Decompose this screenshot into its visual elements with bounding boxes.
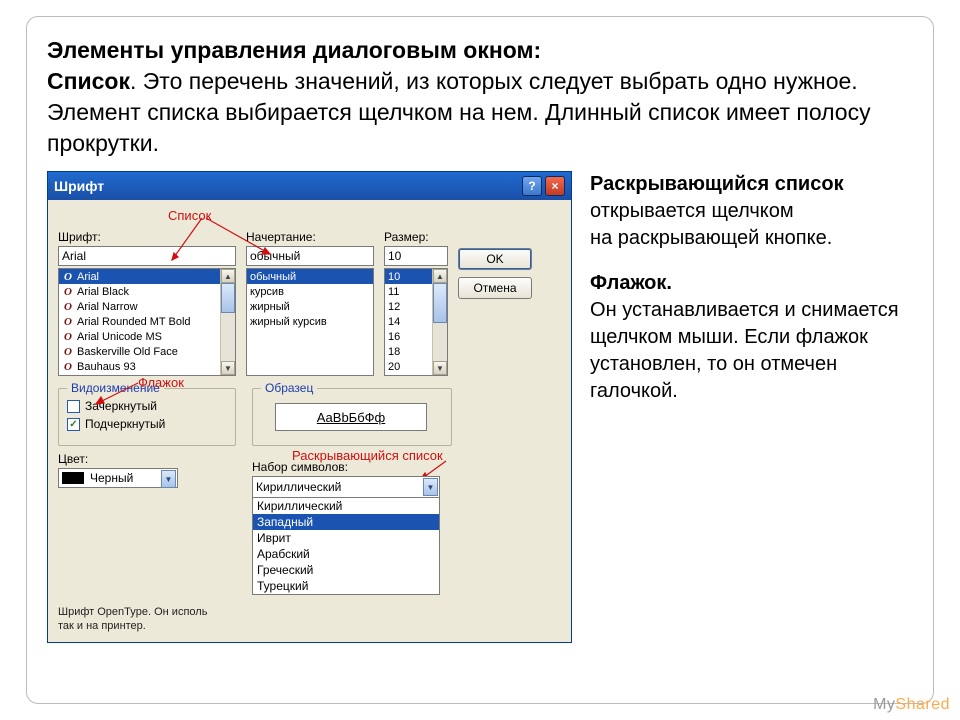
scrollbar[interactable]: ▲ ▼ — [432, 269, 447, 375]
color-select[interactable]: Черный ▼ — [58, 468, 178, 488]
size-label: Размер: — [384, 230, 448, 244]
side-bold: Раскрывающийся список — [590, 173, 844, 195]
charset-label: Набор символов: — [252, 460, 452, 474]
charset-dropdown[interactable]: Кириллический ▼ Кириллический Западный И… — [252, 476, 440, 595]
list-item[interactable]: Иврит — [253, 530, 439, 546]
style-label: Начертание: — [246, 230, 374, 244]
list-item: курсив — [247, 284, 373, 299]
side-text: Раскрывающийся список открывается щелчко… — [590, 171, 913, 643]
chevron-down-icon[interactable]: ▼ — [161, 470, 176, 488]
list-item: жирный курсив — [247, 314, 373, 329]
sample-groupbox: Образец АаBbБбФф — [252, 388, 452, 446]
headline-title: Элементы управления диалоговым окном: — [47, 37, 541, 63]
list-item[interactable]: Кириллический — [253, 498, 439, 514]
strike-checkbox[interactable] — [67, 400, 80, 413]
color-label: Цвет: — [58, 452, 236, 466]
list-item: OArial Rounded MT Bold — [59, 314, 235, 329]
scrollbar[interactable]: ▲ ▼ — [220, 269, 235, 375]
annotation-list: Список — [168, 208, 211, 223]
modify-groupbox: Видоизменение Зачеркнутый ✓ Подчеркнутый — [58, 388, 236, 446]
font-listbox[interactable]: OArial OArial Black OArial Narrow OArial… — [58, 268, 236, 376]
scroll-up-icon[interactable]: ▲ — [221, 269, 235, 283]
list-item: OBaskerville Old Face — [59, 344, 235, 359]
size-listbox[interactable]: 10 11 12 14 16 18 20 ▲ ▼ — [384, 268, 448, 376]
groupbox-title: Образец — [261, 381, 317, 395]
dropdown-list[interactable]: Кириллический Западный Иврит Арабский Гр… — [253, 497, 439, 594]
list-item: жирный — [247, 299, 373, 314]
scroll-down-icon[interactable]: ▼ — [433, 361, 447, 375]
underline-checkbox[interactable]: ✓ — [67, 418, 80, 431]
list-item[interactable]: Арабский — [253, 546, 439, 562]
headline-subtitle: Список — [47, 68, 130, 94]
list-item: OArial Unicode MS — [59, 329, 235, 344]
scroll-thumb[interactable] — [221, 283, 235, 313]
list-item[interactable]: Греческий — [253, 562, 439, 578]
style-input[interactable] — [246, 246, 374, 266]
list-item: OArial Narrow — [59, 299, 235, 314]
titlebar[interactable]: Шрифт ? × — [48, 172, 571, 200]
help-button[interactable]: ? — [522, 176, 542, 196]
scroll-down-icon[interactable]: ▼ — [221, 361, 235, 375]
ok-button[interactable]: OK — [458, 248, 532, 270]
font-label: Шрифт: — [58, 230, 236, 244]
watermark: MyShared — [873, 696, 950, 714]
list-item: OArial Black — [59, 284, 235, 299]
close-button[interactable]: × — [545, 176, 565, 196]
list-item: обычный — [247, 269, 373, 284]
list-item: OBauhaus 93 — [59, 359, 235, 374]
list-item: OArial — [59, 269, 235, 284]
sample-text: АаBbБбФф — [275, 403, 427, 431]
chevron-down-icon[interactable]: ▼ — [423, 478, 438, 496]
strike-label: Зачеркнутый — [85, 399, 157, 413]
style-listbox[interactable]: обычный курсив жирный жирный курсив — [246, 268, 374, 376]
underline-label: Подчеркнутый — [85, 417, 165, 431]
list-item[interactable]: Турецкий — [253, 578, 439, 594]
headline: Элементы управления диалоговым окном: Сп… — [47, 35, 913, 159]
font-dialog: Шрифт ? × Список Ш — [47, 171, 572, 643]
size-input[interactable] — [384, 246, 448, 266]
list-item[interactable]: Западный — [253, 514, 439, 530]
dialog-title: Шрифт — [54, 178, 104, 194]
font-input[interactable] — [58, 246, 236, 266]
hint-text: Шрифт OpenType. Он исполь так и на принт… — [58, 605, 561, 634]
groupbox-title: Видоизменение — [67, 381, 164, 395]
slide-card: Элементы управления диалоговым окном: Сп… — [26, 16, 934, 704]
scroll-up-icon[interactable]: ▲ — [433, 269, 447, 283]
scroll-thumb[interactable] — [433, 283, 447, 323]
cancel-button[interactable]: Отмена — [458, 277, 532, 299]
headline-body: . Это перечень значений, из которых след… — [47, 68, 871, 156]
side-bold: Флажок. — [590, 272, 672, 294]
color-swatch — [62, 472, 84, 484]
